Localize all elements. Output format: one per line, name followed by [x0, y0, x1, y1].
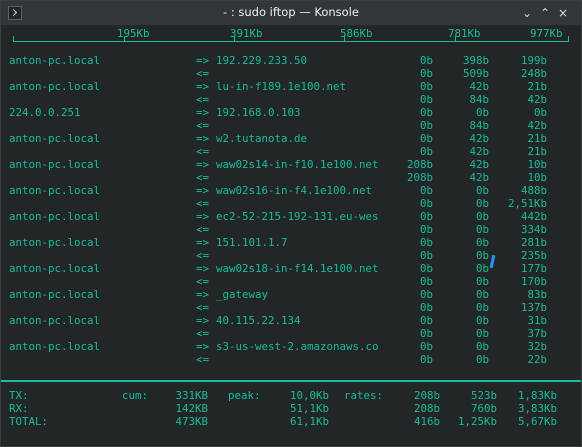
outbound-rate: 442b	[520, 210, 547, 223]
flow-destination-host: 192.168.0.103	[216, 106, 301, 119]
inbound-arrow: <=	[196, 249, 210, 262]
outbound-arrow: =>	[196, 80, 210, 93]
inbound-rate: 42b	[527, 119, 547, 132]
summary-total-peak: 61,1Kb	[289, 415, 329, 428]
window-title: - : sudo iftop — Konsole	[223, 5, 359, 19]
flow-source-host: anton-pc.local	[9, 158, 101, 171]
inbound-rate: 137b	[520, 301, 547, 314]
scale-tick	[234, 36, 235, 42]
outbound-arrow: =>	[196, 184, 210, 197]
konsole-window: - : sudo iftop — Konsole ⌄ ⌃ × 195Kb 391…	[0, 0, 582, 447]
inbound-arrow: <=	[196, 197, 210, 210]
inbound-rate: 22b	[527, 353, 547, 366]
inbound-arrow: <=	[196, 171, 210, 184]
inbound-rate: 37b	[527, 327, 547, 340]
inbound-arrow: <=	[196, 67, 210, 80]
inbound-rate: 10b	[527, 171, 547, 184]
summary-rx-cum: 142KB	[175, 402, 208, 415]
outbound-arrow: =>	[196, 132, 210, 145]
outbound-arrow: =>	[196, 314, 210, 327]
flow-source-host: anton-pc.local	[9, 184, 101, 197]
scale-tick	[124, 36, 125, 42]
outbound-rate: 10b	[527, 158, 547, 171]
outbound-arrow: =>	[196, 54, 210, 67]
inbound-arrow: <=	[196, 301, 210, 314]
summary-tx-rate-40s: 1,83Kb	[517, 389, 557, 402]
maximize-button[interactable]: ⌃	[536, 4, 554, 22]
outbound-arrow: =>	[196, 262, 210, 275]
inbound-rate: 248b	[520, 67, 547, 80]
flow-source-host: anton-pc.local	[9, 210, 101, 223]
inbound-arrow: <=	[196, 223, 210, 236]
summary-label-rx: RX:	[9, 402, 29, 415]
outbound-arrow: =>	[196, 158, 210, 171]
flow-destination-host: lu-in-f189.1e100.net	[216, 80, 347, 93]
flow-destination-host: w2.tutanota.de	[216, 132, 308, 145]
flow-source-host: anton-pc.local	[9, 314, 101, 327]
scale-label-195kb: 195Kb	[117, 27, 150, 40]
outbound-rate: 281b	[520, 236, 547, 249]
flow-source-host: anton-pc.local	[9, 236, 101, 249]
scale-label-781kb: 781Kb	[448, 27, 481, 40]
scale-tick	[568, 36, 569, 42]
outbound-rate: 488b	[520, 184, 547, 197]
outbound-rate: 21b	[527, 80, 547, 93]
inbound-arrow: <=	[196, 353, 210, 366]
bandwidth-scale-line	[13, 41, 569, 42]
outbound-arrow: =>	[196, 288, 210, 301]
outbound-rate: 83b	[527, 288, 547, 301]
scale-tick	[455, 36, 456, 42]
flow-destination-host: 192.229.233.50	[216, 54, 308, 67]
inbound-arrow: <=	[196, 327, 210, 340]
outbound-arrow: =>	[196, 236, 210, 249]
summary-tx-cum: 331KB	[175, 389, 208, 402]
outbound-rate: 0b	[533, 106, 547, 119]
scale-label-977kb: 977Kb	[530, 27, 563, 40]
outbound-arrow: =>	[196, 340, 210, 353]
flow-destination-host: 151.101.1.7	[216, 236, 288, 249]
terminal-area[interactable]: 195Kb 391Kb 586Kb 781Kb 977Kb anton-pc.l…	[1, 26, 581, 446]
summary-total-cum: 473KB	[175, 415, 208, 428]
inbound-rate: 170b	[520, 275, 547, 288]
flow-source-host: 224.0.0.251	[9, 106, 81, 119]
summary-rx-peak: 51,1Kb	[289, 402, 329, 415]
inbound-rate: 334b	[520, 223, 547, 236]
summary-separator	[1, 380, 581, 382]
inbound-arrow: <=	[196, 145, 210, 158]
flow-source-host: anton-pc.local	[9, 340, 101, 353]
minimize-button[interactable]: ⌄	[518, 4, 536, 22]
flow-destination-host: _gateway	[216, 288, 269, 301]
outbound-arrow: =>	[196, 106, 210, 119]
inbound-rate: 21b	[527, 145, 547, 158]
summary-label-tx: TX:	[9, 389, 29, 402]
inbound-arrow: <=	[196, 275, 210, 288]
inbound-rate: 235b	[520, 249, 547, 262]
summary-tx-peak: 10,0Kb	[289, 389, 329, 402]
summary-rx-rate-40s: 3,83Kb	[517, 402, 557, 415]
summary-total-rate-40s: 5,67Kb	[517, 415, 557, 428]
flow-source-host: anton-pc.local	[9, 54, 101, 67]
outbound-rate: 21b	[527, 132, 547, 145]
flow-source-host: anton-pc.local	[9, 132, 101, 145]
outbound-rate: 31b	[527, 314, 547, 327]
title-bar[interactable]: - : sudo iftop — Konsole ⌄ ⌃ ×	[1, 1, 581, 26]
inbound-arrow: <=	[196, 93, 210, 106]
scale-tick	[13, 36, 14, 42]
inbound-arrow: <=	[196, 119, 210, 132]
summary-label-total: TOTAL:	[9, 415, 49, 428]
outbound-rate: 199b	[520, 54, 547, 67]
scale-tick	[344, 36, 345, 42]
flow-destination-host: 40.115.22.134	[216, 314, 301, 327]
close-button[interactable]: ×	[554, 4, 572, 22]
outbound-rate: 32b	[527, 340, 547, 353]
flow-source-host: anton-pc.local	[9, 262, 101, 275]
inbound-rate: 2,51Kb	[507, 197, 547, 210]
inbound-rate: 42b	[527, 93, 547, 106]
outbound-arrow: =>	[196, 210, 210, 223]
flow-source-host: anton-pc.local	[9, 288, 101, 301]
flow-source-host: anton-pc.local	[9, 80, 101, 93]
outbound-rate: 177b	[520, 262, 547, 275]
